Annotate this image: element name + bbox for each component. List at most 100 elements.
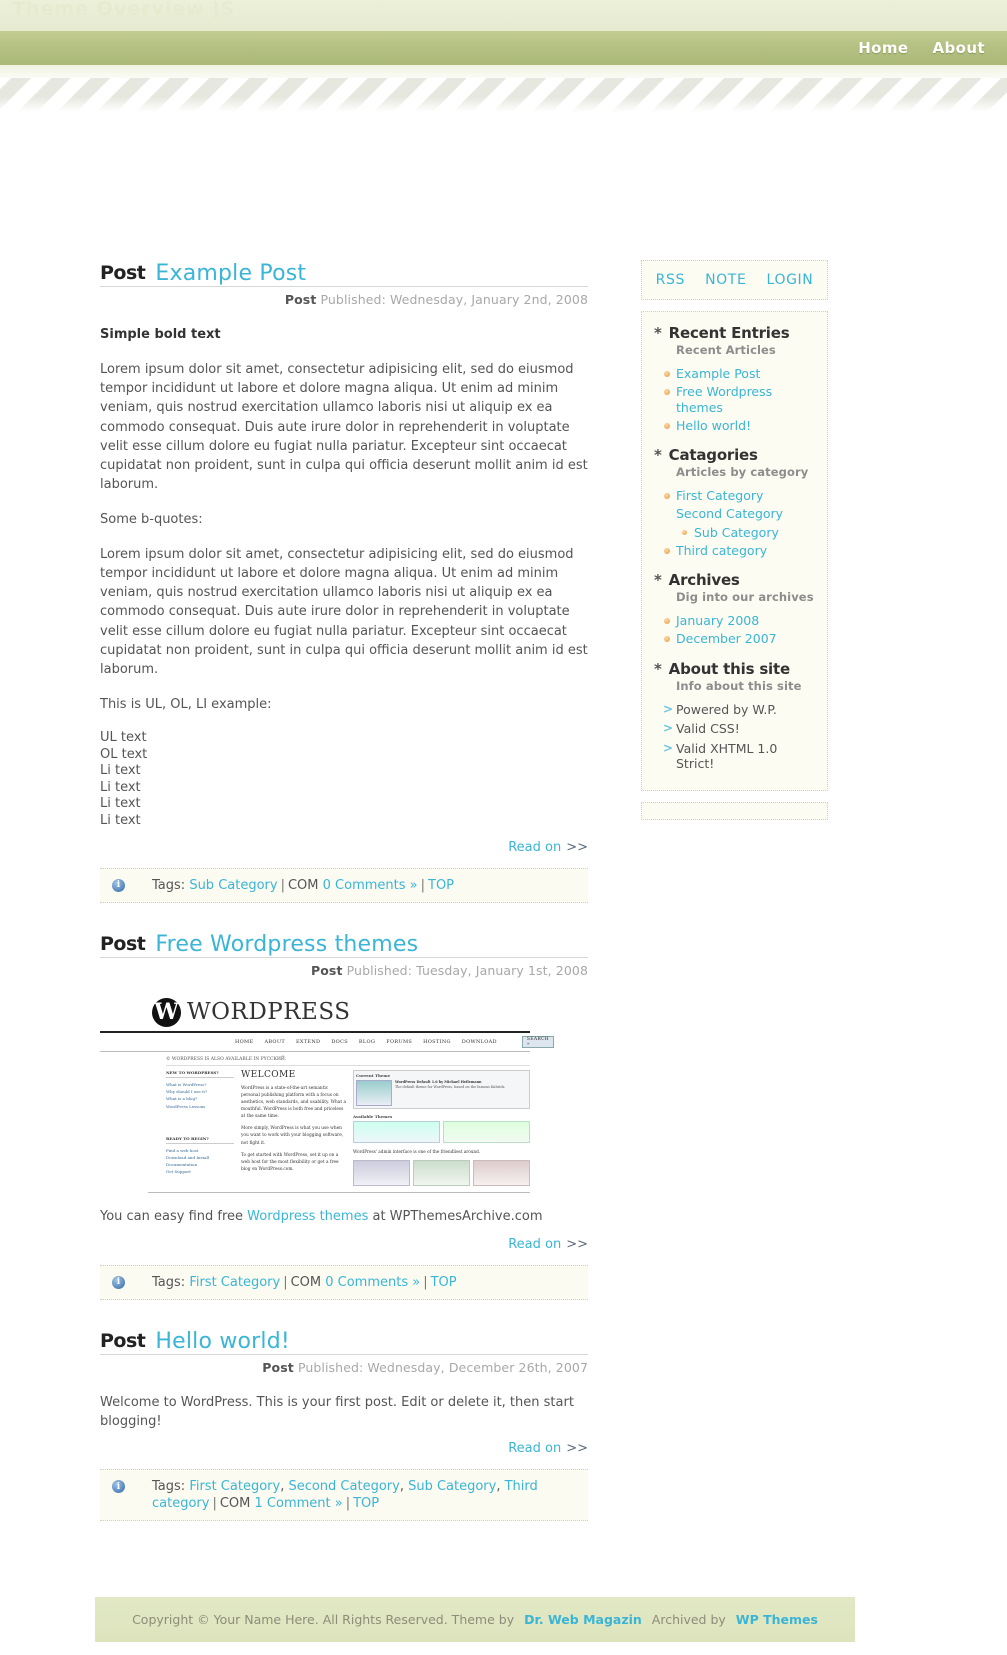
post-kicker-label: Post (100, 262, 146, 285)
top-link[interactable]: TOP (353, 1496, 379, 1511)
read-on-chevron-icon: >> (566, 1441, 588, 1457)
wp-link-why-use: Why should I use it? (166, 1089, 208, 1095)
tag-link[interactable]: Sub Category (189, 878, 277, 893)
list-item: Third category (654, 543, 815, 558)
read-on-link[interactable]: Read on (508, 840, 561, 855)
wordpress-logo-icon: W (152, 997, 181, 1027)
read-on-row: Read on >> (100, 1237, 588, 1252)
footer-archive-site-link[interactable]: WP Themes (736, 1612, 818, 1627)
post-kicker-label: Post (100, 1329, 146, 1352)
wp-theme-thumb (356, 1079, 392, 1106)
top-link[interactable]: TOP (428, 878, 454, 893)
wordpress-themes-link[interactable]: Wordpress themes (247, 1209, 368, 1224)
tag-separator: | (283, 1274, 288, 1290)
post-meta: Post Published: Tuesday, January 1st, 20… (100, 963, 588, 978)
post-meta-date: Published: Wednesday, January 2nd, 2008 (320, 292, 588, 308)
category-link-sub[interactable]: Sub Category (694, 525, 779, 540)
post-title-link[interactable]: Hello world! (155, 1330, 290, 1353)
category-link-third[interactable]: Third category (676, 543, 767, 558)
wp-welcome-body-3: To get started with WordPress, set it up… (241, 1152, 339, 1172)
widget-subtitle: Articles by category (676, 465, 809, 479)
sidebar-entry-link[interactable]: Free Wordpress themes (676, 384, 772, 414)
post-paragraph: Lorem ipsum dolor sit amet, consectetur … (100, 362, 588, 492)
wp-russian-notice: © WORDPRESS IS ALSO AVAILABLE IN PYССКИЙ… (166, 1057, 530, 1066)
tag-link[interactable]: First Category (189, 1275, 280, 1290)
post-tags-bar: i Tags: First Category, Second Category,… (100, 1469, 588, 1522)
tag-link[interactable]: Second Category (288, 1479, 399, 1494)
read-on-chevron-icon: >> (566, 839, 588, 855)
top-link[interactable]: TOP (431, 1275, 457, 1290)
list-item: Li text (100, 779, 141, 795)
nav-item-home[interactable]: Home (858, 39, 908, 57)
tags-text: Tags: First Category, Second Category, S… (152, 1479, 538, 1512)
footer-theme-author-link[interactable]: Dr. Web Magazin (524, 1612, 642, 1627)
widget-title: Archives (668, 571, 740, 589)
comments-link[interactable]: 0 Comments » (325, 1275, 420, 1290)
com-label: COM (287, 877, 319, 893)
tag-separator: | (420, 877, 425, 893)
post-title-link[interactable]: Example Post (155, 262, 306, 285)
widget-recent-entries: * Recent Entries Recent Articles Example… (654, 324, 815, 433)
header-fade-strip (0, 65, 1007, 78)
category-link-first[interactable]: First Category (676, 488, 763, 503)
post-screenshot-image: W WORDPRESS HOME ABOUT EXTEND DOCS BLOG … (100, 991, 555, 1194)
list-item[interactable]: Powered by W.P. (654, 702, 815, 718)
wp-nav-download: DOWNLOAD (461, 1038, 497, 1045)
sidebar-empty-slot (642, 803, 827, 819)
sidebar-empty-box (641, 802, 828, 820)
sidebar-link-rss[interactable]: RSS (656, 272, 685, 288)
post-kicker-label: Post (100, 932, 146, 955)
archive-link-dec2007[interactable]: December 2007 (676, 631, 777, 646)
wp-link-what-blog: What is a blog? (166, 1096, 198, 1102)
list-item[interactable]: Valid CSS! (654, 721, 815, 737)
post-body: Welcome to WordPress. This is your first… (100, 1393, 588, 1431)
post-title-link[interactable]: Free Wordpress themes (155, 933, 418, 956)
read-on-row: Read on >> (100, 1441, 588, 1456)
comments-link[interactable]: 1 Comment » (255, 1496, 343, 1511)
read-on-link[interactable]: Read on (508, 1237, 561, 1252)
list-item-nested: Sub Category (654, 525, 815, 540)
asterisk-icon: * (654, 659, 662, 678)
list-item[interactable]: Valid XHTML 1.0 Strict! (654, 741, 815, 772)
sidebar-link-note[interactable]: NOTE (705, 272, 746, 288)
wp-link-what-is: What is WordPress? (166, 1081, 207, 1087)
widget-archives: * Archives Dig into our archives January… (654, 571, 815, 647)
post-meta: Post Published: Wednesday, December 26th… (100, 1360, 588, 1375)
sidebar-entry-link[interactable]: Example Post (676, 366, 760, 381)
list-item: Second Category (654, 506, 815, 521)
sidebar-link-login[interactable]: LOGIN (767, 272, 814, 288)
tag-link[interactable]: First Category (189, 1479, 280, 1494)
widget-list: Example Post Free Wordpress themes Hello… (654, 366, 815, 433)
post-meta-label: Post (262, 1359, 294, 1375)
header-watermark-text: Theme Overview JS (12, 0, 236, 20)
sidebar-entry-link[interactable]: Hello world! (676, 418, 751, 433)
tag-separator: | (212, 1496, 217, 1512)
widget-title: About this site (668, 659, 790, 678)
site-header: Theme Overview JS Home About (0, 0, 1007, 112)
info-icon: i (112, 878, 125, 892)
comments-link[interactable]: 0 Comments » (323, 878, 418, 893)
wp-screenshot-thumb (413, 1160, 470, 1187)
category-link-second[interactable]: Second Category (676, 506, 783, 521)
wp-theme-thumb (353, 1120, 440, 1143)
header-nav-band: Home About (0, 31, 1007, 65)
nav-item-about[interactable]: About (932, 39, 985, 57)
sidebar: RSS NOTE LOGIN * Recent Entries Recent A… (641, 260, 828, 831)
read-on-chevron-icon: >> (566, 1236, 588, 1252)
widget-title: Recent Entries (668, 324, 790, 342)
widget-subtitle: Recent Articles (676, 343, 776, 357)
post-quote-intro: Some b-quotes: (100, 511, 203, 527)
main-content-column: Post Example Post Post Published: Wednes… (100, 262, 588, 1547)
header-top-band: Theme Overview JS (0, 0, 1007, 31)
post-tags-bar: i Tags: Sub Category | COM 0 Comments » | TO… (100, 867, 588, 903)
post-header: Post Free Wordpress themes (100, 933, 588, 958)
post-meta-date: Published: Tuesday, January 1st, 2008 (346, 962, 588, 978)
read-on-link[interactable]: Read on (508, 1441, 561, 1456)
archive-link-jan2008[interactable]: January 2008 (676, 613, 759, 628)
tag-link[interactable]: Sub Category (408, 1479, 496, 1494)
wp-link-download: Download and Install (166, 1154, 210, 1160)
post-article: Post Free Wordpress themes Post Publishe… (100, 933, 588, 1300)
asterisk-icon: * (654, 571, 662, 589)
post-meta-date: Published: Wednesday, December 26th, 200… (297, 1359, 588, 1375)
wp-link-host: Find a web host (166, 1147, 199, 1153)
